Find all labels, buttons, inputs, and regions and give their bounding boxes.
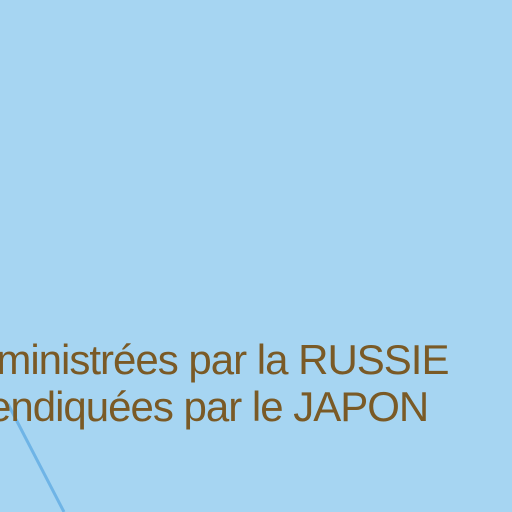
sea-fill [0, 0, 512, 512]
territory-label-administered: lministrées par la RUSSIE [0, 336, 449, 383]
territory-label-claimed: endiquées par le JAPON [0, 383, 429, 430]
sea-area [0, 0, 512, 512]
map-view[interactable]: lministrées par la RUSSIE endiquées par … [0, 0, 512, 512]
